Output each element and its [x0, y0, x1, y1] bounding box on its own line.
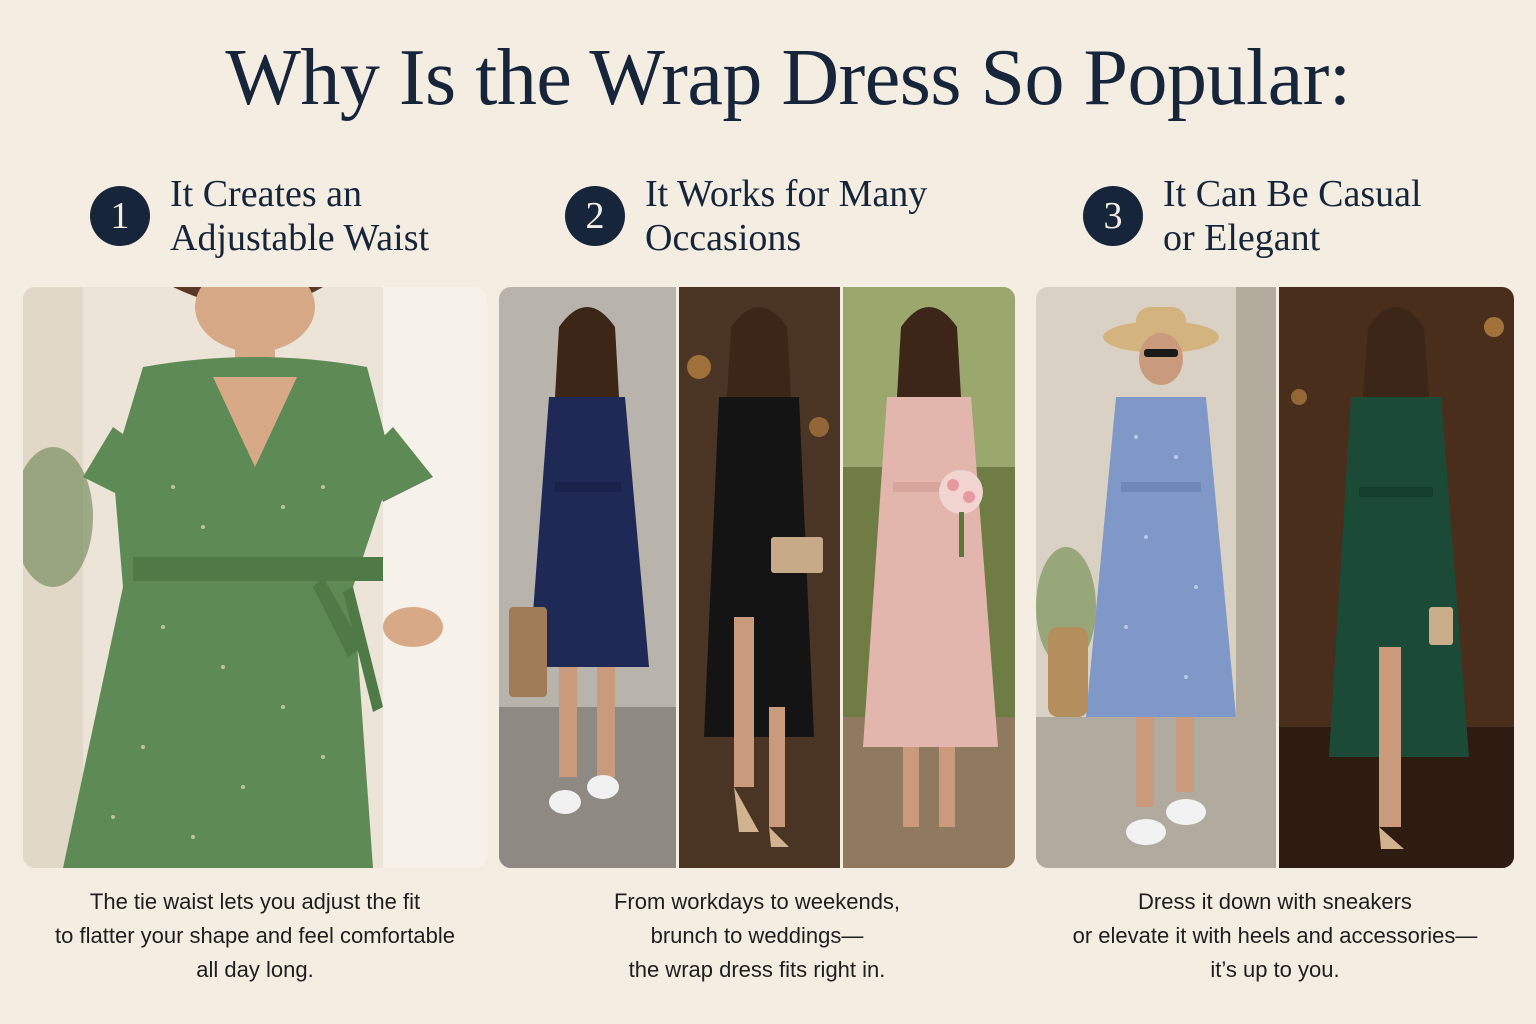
section-2-caption-line-2: brunch to weddings—: [650, 923, 864, 948]
section-3-heading-line-1: It Can Be Casual: [1163, 173, 1422, 215]
section-3-heading-line-2: or Elegant: [1163, 217, 1321, 260]
section-2-caption-line-1: From workdays to weekends,: [613, 889, 901, 914]
section-2-heading-line-1: It Works for Many: [645, 173, 928, 215]
section-1-caption: The tie waist lets you adjust the fit to…: [23, 885, 487, 987]
section-2-heading-text: It Works for Many Occasions: [645, 172, 927, 260]
section-1-heading-text: It Creates an Adjustable Waist: [170, 172, 429, 260]
section-3-heading-text: It Can Be Casual or Elegant: [1163, 172, 1422, 260]
section-2-photo-panel: [499, 287, 1015, 868]
photo-navy-wrap-dress: [499, 287, 676, 868]
page-title: Why Is the Wrap Dress So Popular:: [225, 34, 1351, 122]
section-1-heading-line-2: Adjustable Waist: [170, 217, 430, 260]
photo-blue-floral-wrap-dress: [1036, 287, 1276, 868]
number-badge-1: 1: [90, 186, 150, 247]
section-1-caption-line-3: all day long.: [196, 957, 314, 982]
photo-black-wrap-dress: [679, 287, 840, 868]
section-2-caption: From workdays to weekends, brunch to wed…: [499, 885, 1015, 987]
section-1-heading: 1 It Creates an Adjustable Waist: [90, 172, 429, 260]
photo-blush-pink-wrap-dress: [843, 287, 1015, 868]
section-2-heading-line-2: Occasions: [645, 217, 802, 260]
section-3-caption-line-2: or elevate it with heels and accessories…: [1072, 923, 1478, 948]
photo-emerald-satin-wrap-dress: [1279, 287, 1514, 868]
section-1-photo-panel: [23, 287, 487, 868]
photo-green-floral-wrap-dress: [23, 287, 487, 868]
section-1-caption-line-1: The tie waist lets you adjust the fit: [89, 889, 421, 914]
section-2-caption-line-3: the wrap dress fits right in.: [628, 957, 886, 982]
section-3-caption-line-3: it’s up to you.: [1210, 957, 1340, 982]
section-1-caption-line-2: to flatter your shape and feel comfortab…: [55, 923, 455, 948]
number-badge-3: 3: [1083, 186, 1143, 247]
section-3-caption: Dress it down with sneakers or elevate i…: [1036, 885, 1514, 987]
number-badge-2: 2: [565, 186, 625, 247]
section-3-caption-line-1: Dress it down with sneakers: [1138, 889, 1412, 914]
section-2-heading: 2 It Works for Many Occasions: [565, 172, 927, 260]
section-3-photo-panel: [1036, 287, 1514, 868]
section-3-heading: 3 It Can Be Casual or Elegant: [1083, 172, 1422, 260]
section-1-heading-line-1: It Creates an: [170, 173, 363, 215]
